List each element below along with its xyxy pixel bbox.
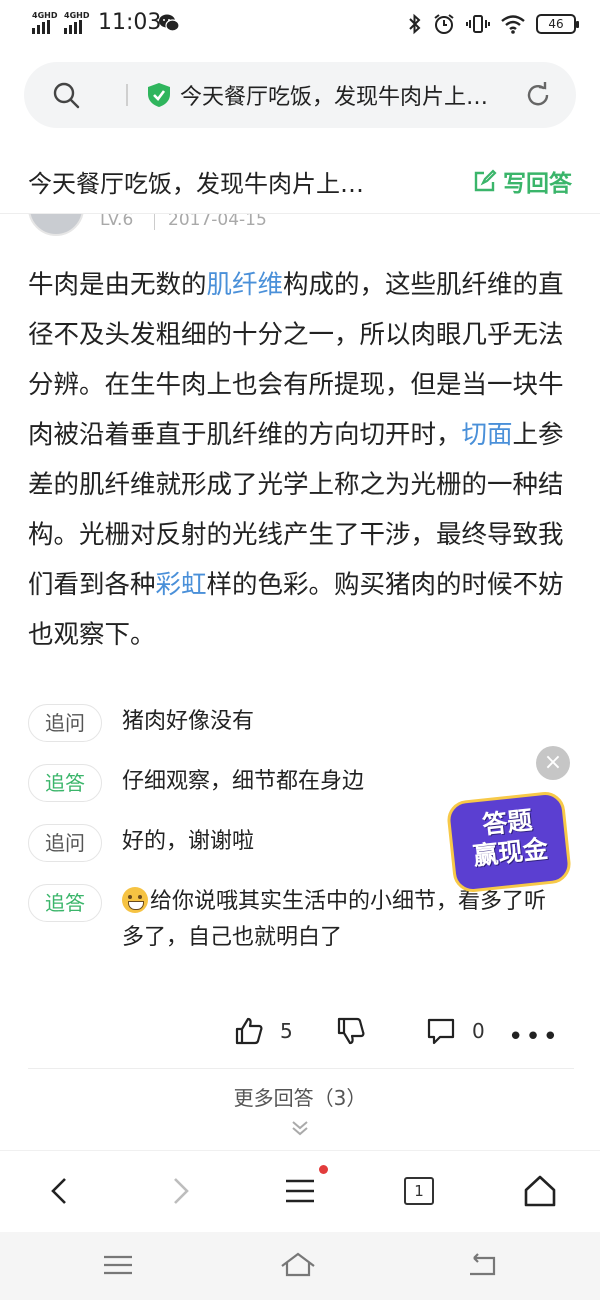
- address-bar[interactable]: 今天餐厅吃饭，发现牛肉片上…: [24, 62, 576, 128]
- back-icon[interactable]: [42, 1173, 78, 1209]
- thumbs-down-icon: [337, 1017, 365, 1045]
- comment-button[interactable]: 0: [426, 1016, 485, 1046]
- status-icons: 46: [408, 12, 579, 36]
- tabs-button[interactable]: 1: [404, 1177, 434, 1205]
- followup-answer-tag: 追答: [28, 764, 102, 802]
- answer-actions: 5 0 •••: [0, 1010, 600, 1060]
- answer-body: 牛肉是由无数的肌纤维构成的，这些肌纤维的直径不及头发粗细的十分之一，所以肉眼几乎…: [28, 260, 574, 660]
- search-icon[interactable]: [52, 81, 80, 109]
- followup-question-tag: 追问: [28, 824, 102, 862]
- system-back-icon[interactable]: [464, 1250, 500, 1280]
- close-promo-button[interactable]: ×: [536, 746, 570, 780]
- grin-emoji-icon: [122, 887, 148, 913]
- home-icon[interactable]: [522, 1173, 558, 1209]
- divider: [154, 214, 155, 230]
- like-button[interactable]: 5: [234, 1016, 293, 1046]
- author-info: LV.6 2017-04-15: [28, 214, 428, 236]
- bluetooth-icon: [409, 13, 421, 35]
- write-answer-button[interactable]: 写回答: [473, 164, 572, 198]
- clock: 11:03: [98, 10, 162, 35]
- thumbs-up-icon: [235, 1017, 263, 1045]
- more-answers-label: 更多回答（3）: [233, 1086, 367, 1110]
- signal-sim2-icon: 4GHD: [64, 11, 90, 34]
- keyword-link[interactable]: 肌纤维: [207, 270, 284, 300]
- more-options-button[interactable]: •••: [508, 1022, 560, 1052]
- alarm-icon: [434, 14, 454, 34]
- wechat-icon: [159, 14, 180, 32]
- like-count: 5: [280, 1019, 293, 1043]
- question-title[interactable]: 今天餐厅吃饭，发现牛肉片上…: [28, 164, 408, 199]
- double-chevron-down-icon: [292, 1121, 308, 1136]
- dislike-button[interactable]: [336, 1016, 366, 1046]
- divider: [28, 1068, 574, 1069]
- answer-text-1: 牛肉是由无数的: [28, 270, 207, 300]
- signal-sim1-icon: 4GHD: [32, 11, 58, 34]
- promo-text: 答题 赢现金: [453, 803, 565, 874]
- user-level: LV.6: [100, 214, 134, 230]
- wifi-icon: [501, 15, 525, 34]
- menu-icon[interactable]: [282, 1173, 318, 1209]
- recent-apps-icon[interactable]: [100, 1250, 136, 1280]
- notification-dot: [319, 1165, 328, 1174]
- forward-icon[interactable]: [162, 1173, 198, 1209]
- followup-answer-tag: 追答: [28, 884, 102, 922]
- comment-icon: [427, 1018, 455, 1045]
- keyword-link[interactable]: 切面: [462, 420, 513, 450]
- refresh-icon[interactable]: [524, 81, 552, 109]
- answer-date: 2017-04-15: [168, 214, 267, 230]
- vibrate-icon: [466, 15, 490, 33]
- address-text[interactable]: 今天餐厅吃饭，发现牛肉片上…: [180, 79, 520, 111]
- avatar[interactable]: [28, 214, 84, 236]
- divider: [126, 84, 128, 106]
- keyword-link[interactable]: 彩虹: [156, 570, 207, 600]
- sim2-label: 4GHD: [64, 11, 90, 20]
- status-bar: 4GHD 4GHD 11:03 46: [0, 0, 600, 48]
- write-answer-label: 写回答: [503, 171, 572, 197]
- followup-text: 猪肉好像没有: [122, 709, 255, 734]
- shield-check-icon: [148, 83, 170, 107]
- followup-item: 追问 猪肉好像没有: [28, 704, 574, 742]
- question-title-bar: 今天餐厅吃饭，发现牛肉片上… 写回答: [0, 150, 600, 214]
- followup-question-tag: 追问: [28, 704, 102, 742]
- quiz-promo-badge[interactable]: × 答题 赢现金: [444, 746, 574, 900]
- battery-icon: 46: [536, 14, 579, 34]
- sim1-label: 4GHD: [32, 11, 58, 20]
- comment-count: 0: [472, 1019, 485, 1043]
- system-navigation-bar: [0, 1232, 600, 1300]
- more-answers-button[interactable]: 更多回答（3）: [0, 1082, 600, 1137]
- edit-icon: [474, 169, 497, 192]
- browser-toolbar: 1: [0, 1150, 600, 1228]
- system-home-icon[interactable]: [280, 1250, 316, 1280]
